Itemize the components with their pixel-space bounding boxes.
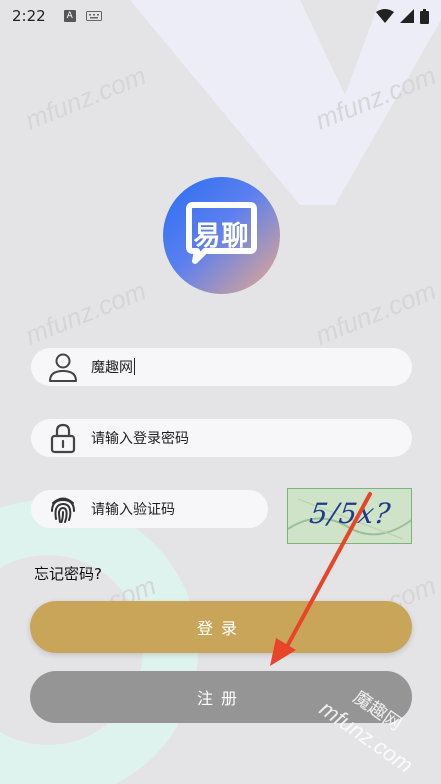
captcha-field[interactable]: 请输入验证码	[31, 490, 268, 528]
lock-icon	[50, 423, 76, 454]
input-method-icon: A	[63, 10, 76, 22]
username-value: 魔趣网	[91, 360, 133, 376]
forgot-password-link[interactable]: 忘记密码?	[34, 563, 102, 584]
login-button[interactable]: 登录	[30, 601, 412, 653]
captcha-input[interactable]: 请输入验证码	[91, 499, 175, 519]
fingerprint-icon	[51, 497, 75, 523]
battery-icon	[420, 8, 429, 24]
wifi-icon	[376, 9, 394, 23]
signal-icon	[400, 9, 414, 23]
register-button[interactable]: 注册	[30, 671, 412, 723]
username-input[interactable]: 魔趣网	[91, 357, 135, 377]
user-icon	[49, 353, 77, 382]
status-time: 2:22	[12, 7, 46, 25]
password-field[interactable]: 请输入登录密码	[31, 419, 412, 457]
keyboard-icon	[85, 11, 102, 21]
captcha-text: 5/5x?	[307, 497, 394, 530]
svg-text:mfunz.com: mfunz.com	[21, 60, 150, 135]
svg-text:mfunz.com: mfunz.com	[21, 275, 150, 350]
app-logo: 易聊	[163, 177, 280, 294]
svg-text:mfunz.com: mfunz.com	[311, 275, 440, 350]
captcha-image[interactable]: 5/5x?	[287, 488, 412, 544]
logo-text: 易聊	[193, 221, 250, 252]
text-caret	[134, 358, 135, 375]
background-decoration: mfunz.com mfunz.com mfunz.com mfunz.com …	[0, 0, 441, 784]
password-input[interactable]: 请输入登录密码	[91, 428, 189, 448]
username-field[interactable]: 魔趣网	[31, 348, 412, 386]
status-bar: 2:22 A	[0, 0, 441, 32]
